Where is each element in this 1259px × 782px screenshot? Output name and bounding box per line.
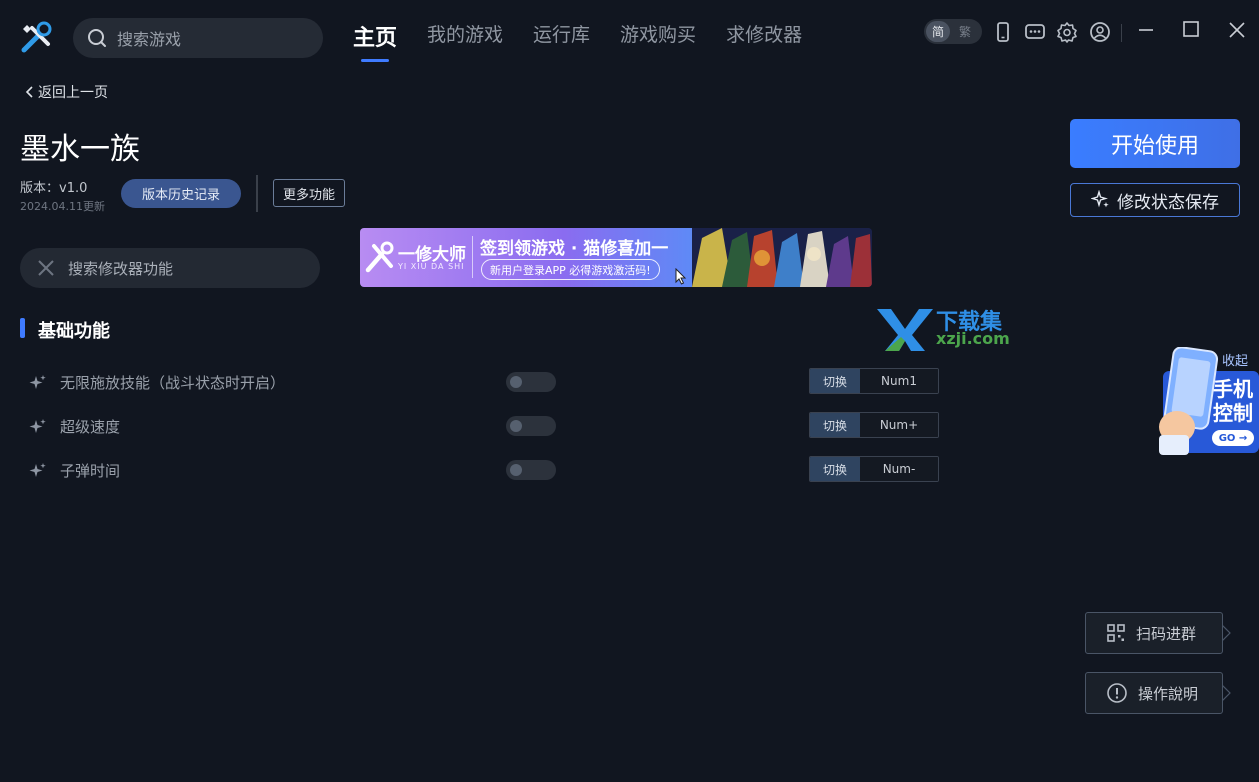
info-divider (256, 175, 258, 212)
maximize-icon[interactable] (1180, 19, 1202, 41)
minimize-icon[interactable] (1135, 21, 1157, 43)
banner-brand-sub: YI XIU DA SHI (398, 262, 465, 271)
hotkey-mode[interactable]: 切换 (810, 413, 860, 437)
banner-separator (472, 236, 473, 278)
game-search-input[interactable]: 搜索游戏 (73, 18, 323, 58)
feature-label: 子弹时间 (60, 462, 121, 480)
nav-home[interactable]: 主页 (353, 20, 397, 62)
cursor-icon (675, 268, 687, 285)
go-button[interactable]: GO → (1212, 430, 1254, 446)
hotkey-mode[interactable]: 切换 (810, 457, 860, 481)
back-link[interactable]: 返回上一页 (24, 82, 108, 102)
tools-icon (38, 260, 54, 276)
save-state-label: 修改状态保存 (1117, 192, 1219, 213)
qr-join-group-button[interactable]: 扫码进群 (1085, 612, 1223, 654)
toggle-knob (510, 464, 522, 476)
nav-runtime-library[interactable]: 运行库 (533, 20, 590, 62)
phone-icon[interactable] (992, 21, 1014, 43)
feature-label: 超级速度 (60, 418, 121, 436)
collapse-promo-button[interactable]: 收起 (1222, 350, 1248, 369)
feature-row: 无限施放技能（战斗状态时开启） 切换 Num1 (0, 368, 950, 396)
hotkey-value[interactable]: Num- (860, 457, 938, 481)
feature-label: 无限施放技能（战斗状态时开启） (60, 374, 286, 392)
phone-control-line1: 手机 (1213, 377, 1253, 401)
more-features-button[interactable]: 更多功能 (273, 179, 345, 207)
chevron-right-icon (1222, 625, 1231, 641)
nav-game-purchase[interactable]: 游戏购买 (620, 20, 696, 62)
sparkle-icon (29, 419, 46, 433)
banner-subtitle: 新用户登录APP 必得游戏激活码! (481, 259, 660, 280)
gear-icon[interactable] (1056, 21, 1078, 43)
operation-guide-label: 操作說明 (1138, 684, 1199, 703)
nav-request-trainer[interactable]: 求修改器 (726, 20, 802, 62)
feature-toggle[interactable] (506, 460, 556, 480)
toggle-knob (510, 376, 522, 388)
qr-code-icon (1107, 624, 1125, 642)
watermark-url: xzji.com (936, 329, 1010, 348)
operation-guide-button[interactable]: 操作說明 (1085, 672, 1223, 714)
game-version: 版本：v1.0 (20, 181, 88, 196)
feature-row: 超级速度 切换 Num+ (0, 412, 950, 440)
hotkey-box[interactable]: 切换 Num1 (809, 368, 939, 394)
sparkle-icon (29, 463, 46, 477)
watermark-logo-icon (877, 309, 933, 351)
feature-row: 子弹时间 切换 Num- (0, 456, 950, 484)
hotkey-mode[interactable]: 切换 (810, 369, 860, 393)
language-toggle[interactable]: 简 繁 (924, 19, 982, 44)
main-nav: 主页 我的游戏 运行库 游戏购买 求修改器 (353, 20, 802, 62)
sparkle-icon (29, 375, 46, 389)
start-button[interactable]: 开始使用 (1070, 119, 1240, 168)
phone-control-title: 手机 控制 (1213, 377, 1253, 425)
hotkey-value[interactable]: Num1 (860, 369, 938, 393)
back-label: 返回上一页 (38, 85, 108, 101)
search-icon (88, 29, 106, 47)
feature-toggle[interactable] (506, 372, 556, 392)
chevron-left-icon (25, 86, 33, 98)
search-placeholder: 搜索游戏 (117, 30, 182, 49)
game-characters-artwork (692, 228, 872, 287)
version-history-button[interactable]: 版本历史记录 (121, 179, 241, 208)
toggle-knob (510, 420, 522, 432)
user-icon[interactable] (1089, 21, 1111, 43)
message-icon[interactable] (1024, 21, 1046, 43)
section-accent-bar (20, 318, 25, 338)
chevron-right-icon (1222, 685, 1231, 701)
app-logo-icon[interactable] (18, 20, 54, 56)
feature-toggle[interactable] (506, 416, 556, 436)
close-icon[interactable] (1226, 19, 1248, 41)
hotkey-box[interactable]: 切换 Num- (809, 456, 939, 482)
wrench-logo-icon (365, 241, 394, 273)
lang-simplified[interactable]: 简 (926, 21, 950, 42)
titlebar-divider (1121, 24, 1122, 42)
section-title: 基础功能 (38, 321, 110, 342)
sparkle-icon (1091, 190, 1109, 208)
lang-traditional[interactable]: 繁 (950, 23, 980, 40)
save-state-button[interactable]: 修改状态保存 (1070, 183, 1240, 217)
qr-join-label: 扫码进群 (1136, 624, 1197, 643)
nav-my-games[interactable]: 我的游戏 (427, 20, 503, 62)
game-update-date: 2024.04.11更新 (20, 200, 105, 213)
game-title: 墨水一族 (20, 132, 140, 167)
banner-title: 签到领游戏 · 猫修喜加一 (480, 239, 669, 259)
feature-search-input[interactable]: 搜索修改器功能 (20, 248, 320, 288)
feature-search-placeholder: 搜索修改器功能 (68, 259, 174, 278)
title-bar: 搜索游戏 主页 我的游戏 运行库 游戏购买 求修改器 简 繁 (0, 0, 1259, 76)
phone-control-line2: 控制 (1213, 401, 1253, 425)
hotkey-box[interactable]: 切换 Num+ (809, 412, 939, 438)
info-icon (1107, 683, 1127, 703)
promo-banner[interactable]: 一修大师 YI XIU DA SHI 签到领游戏 · 猫修喜加一 新用户登录AP… (360, 228, 872, 287)
hotkey-value[interactable]: Num+ (860, 413, 938, 437)
